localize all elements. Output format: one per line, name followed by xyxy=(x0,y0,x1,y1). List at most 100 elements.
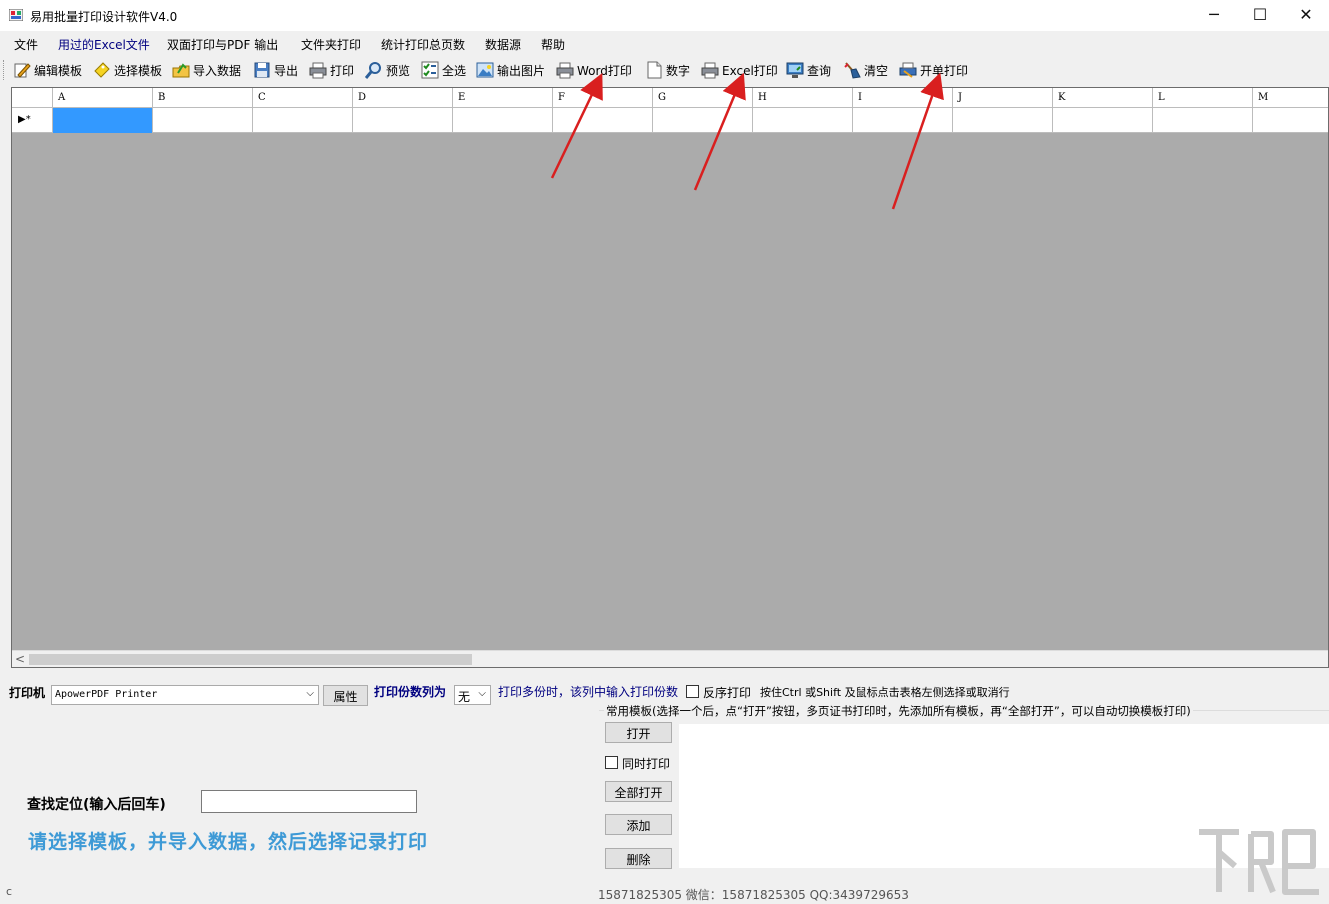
printer-icon xyxy=(556,62,574,79)
template-group-title: 常用模板(选择一个后，点“打开”按钮，多页证书打印时，先添加所有模板，再“全部打… xyxy=(604,703,1193,719)
menu-file[interactable]: 文件 xyxy=(14,36,38,53)
data-grid[interactable]: A B C D E F G H I J K L M ▶* < xyxy=(11,87,1329,668)
column-header[interactable]: K xyxy=(1053,88,1153,108)
select-template-button[interactable]: 选择模板 xyxy=(93,58,162,82)
copies-hint: 打印多份时，该列中输入打印份数 xyxy=(498,685,679,699)
menu-duplex-pdf[interactable]: 双面打印与PDF 输出 xyxy=(167,36,278,53)
menu-bar: 文件 用过的Excel文件 双面打印与PDF 输出 文件夹打印 统计打印总页数 … xyxy=(0,33,1329,55)
broom-icon xyxy=(844,62,861,79)
column-header[interactable]: D xyxy=(353,88,453,108)
word-print-label: Word打印 xyxy=(577,63,632,78)
simultaneous-print-checkbox[interactable] xyxy=(605,756,618,769)
column-header[interactable]: F xyxy=(553,88,653,108)
scroll-left-icon[interactable]: < xyxy=(15,652,25,666)
print-bill-icon xyxy=(899,62,917,78)
contact-info: 15871825305 微信：15871825305 QQ:3439729653 xyxy=(598,888,909,902)
add-template-button[interactable]: 添加 xyxy=(605,814,672,835)
grid-cell[interactable] xyxy=(253,108,353,133)
grid-cell[interactable] xyxy=(353,108,453,133)
output-image-label: 输出图片 xyxy=(497,63,546,78)
export-button[interactable]: 导出 xyxy=(253,58,298,82)
search-label: 查找定位(输入后回车) xyxy=(27,797,166,813)
import-data-button[interactable]: 导入数据 xyxy=(172,58,241,82)
search-input[interactable] xyxy=(201,790,417,813)
grid-cell[interactable] xyxy=(1253,108,1328,133)
menu-page-count[interactable]: 统计打印总页数 xyxy=(381,36,465,53)
excel-print-button[interactable]: Excel打印 xyxy=(701,58,778,82)
status-bar: c 15871825305 微信：15871825305 QQ:34397296… xyxy=(0,882,1329,904)
export-label: 导出 xyxy=(274,63,299,78)
chevron-down-icon: ⌵ xyxy=(478,688,486,699)
print-button[interactable]: 打印 xyxy=(309,58,354,82)
select-template-icon xyxy=(94,62,110,78)
column-header[interactable]: C xyxy=(253,88,353,108)
grid-cell[interactable] xyxy=(653,108,753,133)
grid-cell[interactable] xyxy=(1153,108,1253,133)
edit-template-button[interactable]: 编辑模板 xyxy=(13,58,82,82)
preview-button[interactable]: 预览 xyxy=(365,58,410,82)
grid-cell[interactable] xyxy=(453,108,553,133)
menu-folder-print[interactable]: 文件夹打印 xyxy=(301,36,361,53)
copies-column-select[interactable]: 无 ⌵ xyxy=(454,685,491,705)
close-button[interactable]: ✕ xyxy=(1283,0,1329,31)
reverse-print-label: 反序打印 xyxy=(703,686,752,700)
row-header[interactable]: ▶* xyxy=(12,108,53,133)
grid-cell[interactable] xyxy=(153,108,253,133)
grid-cell[interactable] xyxy=(853,108,953,133)
printer-icon xyxy=(701,62,719,79)
menu-recent-excel[interactable]: 用过的Excel文件 xyxy=(58,36,150,53)
column-header[interactable]: L xyxy=(1153,88,1253,108)
column-header[interactable]: E xyxy=(453,88,553,108)
query-button[interactable]: 查询 xyxy=(786,58,831,82)
table-row[interactable]: ▶* xyxy=(12,108,1328,133)
copies-column-value: 无 xyxy=(458,690,471,704)
query-label: 查询 xyxy=(807,63,832,78)
printer-select[interactable]: ApowerPDF Printer ⌵ xyxy=(51,685,319,705)
grid-corner[interactable] xyxy=(12,88,53,108)
title-bar: 易用批量打印设计软件V4.0 ─ ☐ ✕ xyxy=(0,0,1329,31)
simultaneous-print-label: 同时打印 xyxy=(622,757,671,771)
selection-hint: 按住Ctrl 或Shift 及鼠标点击表格左侧选择或取消行 xyxy=(760,686,1010,699)
reverse-print-checkbox[interactable] xyxy=(686,685,699,698)
print-label: 打印 xyxy=(330,63,355,78)
number-button[interactable]: 数字 xyxy=(645,58,690,82)
column-header[interactable]: B xyxy=(153,88,253,108)
output-image-button[interactable]: 输出图片 xyxy=(476,58,545,82)
column-header[interactable]: J xyxy=(953,88,1053,108)
scroll-thumb[interactable] xyxy=(29,654,472,665)
open-template-button[interactable]: 打开 xyxy=(605,722,672,743)
toolbar-grip xyxy=(3,60,6,80)
grid-cell[interactable] xyxy=(553,108,653,133)
window-title: 易用批量打印设计软件V4.0 xyxy=(30,10,178,24)
grid-cell[interactable] xyxy=(753,108,853,133)
maximize-button[interactable]: ☐ xyxy=(1237,0,1283,31)
select-all-icon xyxy=(421,61,439,79)
horizontal-scrollbar[interactable]: < xyxy=(12,650,1328,667)
select-template-label: 选择模板 xyxy=(114,63,163,78)
number-label: 数字 xyxy=(666,63,691,78)
app-icon xyxy=(9,9,23,21)
column-header[interactable]: G xyxy=(653,88,753,108)
bill-print-button[interactable]: 开单打印 xyxy=(899,58,968,82)
status-mark: c xyxy=(6,885,13,898)
preview-label: 预览 xyxy=(386,63,411,78)
delete-template-button[interactable]: 删除 xyxy=(605,848,672,869)
select-all-button[interactable]: 全选 xyxy=(421,58,466,82)
column-header[interactable]: A xyxy=(53,88,153,108)
column-header[interactable]: H xyxy=(753,88,853,108)
open-all-button[interactable]: 全部打开 xyxy=(605,781,672,802)
grid-cell[interactable] xyxy=(1053,108,1153,133)
minimize-button[interactable]: ─ xyxy=(1191,0,1237,31)
select-all-label: 全选 xyxy=(442,63,467,78)
clear-button[interactable]: 清空 xyxy=(843,58,888,82)
word-print-button[interactable]: Word打印 xyxy=(556,58,632,82)
grid-cell-selected[interactable] xyxy=(53,108,153,133)
properties-button[interactable]: 属性 xyxy=(323,685,368,706)
menu-data-source[interactable]: 数据源 xyxy=(485,36,521,53)
menu-help[interactable]: 帮助 xyxy=(541,36,565,53)
column-header[interactable]: M xyxy=(1253,88,1328,108)
import-data-icon xyxy=(172,63,190,78)
grid-cell[interactable] xyxy=(953,108,1053,133)
export-icon xyxy=(254,62,270,78)
column-header[interactable]: I xyxy=(853,88,953,108)
